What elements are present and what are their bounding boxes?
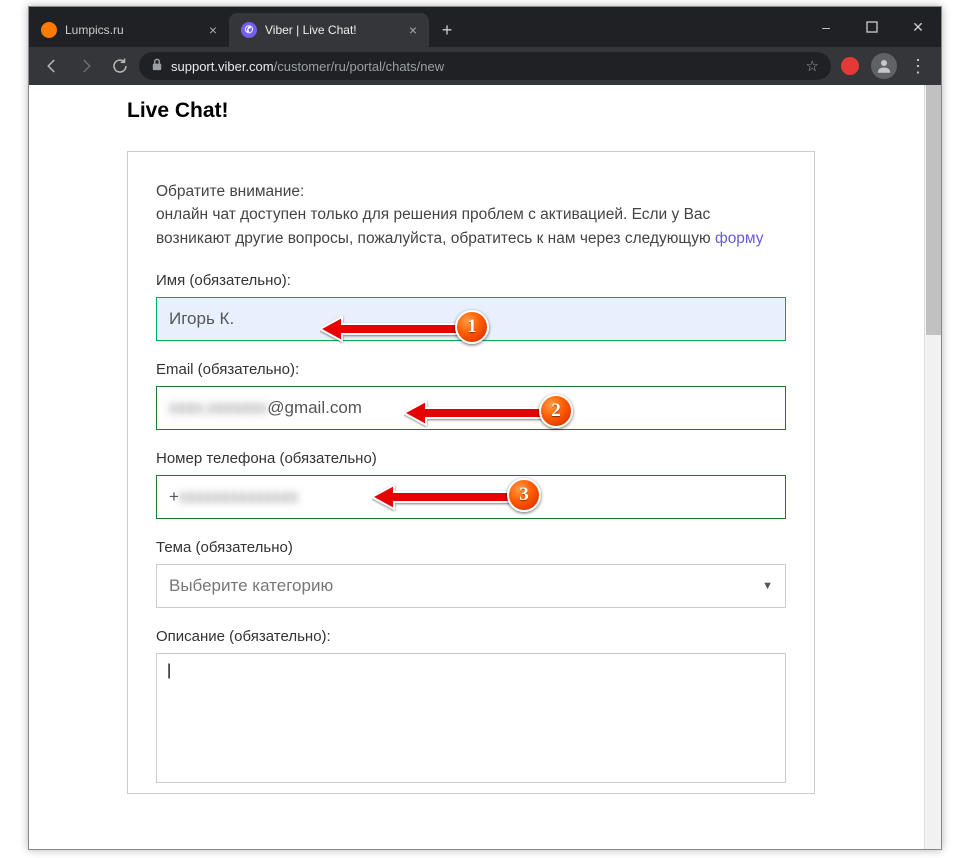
chevron-down-icon: ▼ [762,580,773,592]
topic-select[interactable]: Выберите категорию ▼ [156,564,786,608]
description-label: Описание (обязательно): [156,628,786,645]
browser-window: Lumpics.ru × ✆ Viber | Live Chat! × + – … [28,6,942,850]
minimize-button[interactable]: – [803,7,849,47]
address-input[interactable]: support.viber.com/customer/ru/portal/cha… [139,52,831,80]
lock-icon [151,58,163,74]
favicon-lumpics [41,22,57,38]
extension-icon [841,57,859,75]
tab-title: Lumpics.ru [65,23,201,37]
browser-tab-lumpics[interactable]: Lumpics.ru × [29,13,229,47]
forward-button[interactable] [71,51,101,81]
avatar-icon [871,53,897,79]
extension-button[interactable] [835,51,865,81]
browser-tab-viber[interactable]: ✆ Viber | Live Chat! × [229,13,429,47]
tab-title: Viber | Live Chat! [265,23,401,37]
new-tab-button[interactable]: + [433,16,461,44]
form-card: Обратите внимание: онлайн чат доступен т… [127,151,815,794]
close-icon[interactable]: × [209,22,217,38]
reload-button[interactable] [105,51,135,81]
window-controls: – ✕ [803,7,941,47]
close-icon[interactable]: × [409,22,417,38]
name-label: Имя (обязательно): [156,272,786,289]
topic-label: Тема (обязательно) [156,539,786,556]
browser-titlebar: Lumpics.ru × ✆ Viber | Live Chat! × + – … [29,7,941,47]
name-input[interactable] [156,297,786,341]
profile-button[interactable] [869,51,899,81]
maximize-button[interactable] [849,7,895,47]
phone-label: Номер телефона (обязательно) [156,450,786,467]
close-button[interactable]: ✕ [895,7,941,47]
phone-input[interactable]: +xxxxxxxxxxxxxx [156,475,786,519]
topic-placeholder: Выберите категорию [169,576,333,596]
back-button[interactable] [37,51,67,81]
page-content: Live Chat! Обратите внимание: онлайн чат… [29,85,924,849]
bookmark-icon[interactable]: ☆ [806,57,819,75]
scrollbar-thumb[interactable] [926,85,941,335]
email-input[interactable]: xxxx.xxxxxxx@gmail.com [156,386,786,430]
menu-button[interactable]: ⋮ [903,56,933,77]
form-link[interactable]: форму [715,230,764,247]
notice-text: Обратите внимание: онлайн чат доступен т… [156,180,786,250]
email-label: Email (обязательно): [156,361,786,378]
page-title: Live Chat! [127,99,815,123]
scrollbar[interactable] [924,85,941,849]
description-textarea[interactable]: | [156,653,786,783]
browser-addressbar: support.viber.com/customer/ru/portal/cha… [29,47,941,85]
favicon-viber: ✆ [241,22,257,38]
url-text: support.viber.com/customer/ru/portal/cha… [171,59,444,74]
page-viewport: Live Chat! Обратите внимание: онлайн чат… [29,85,941,849]
